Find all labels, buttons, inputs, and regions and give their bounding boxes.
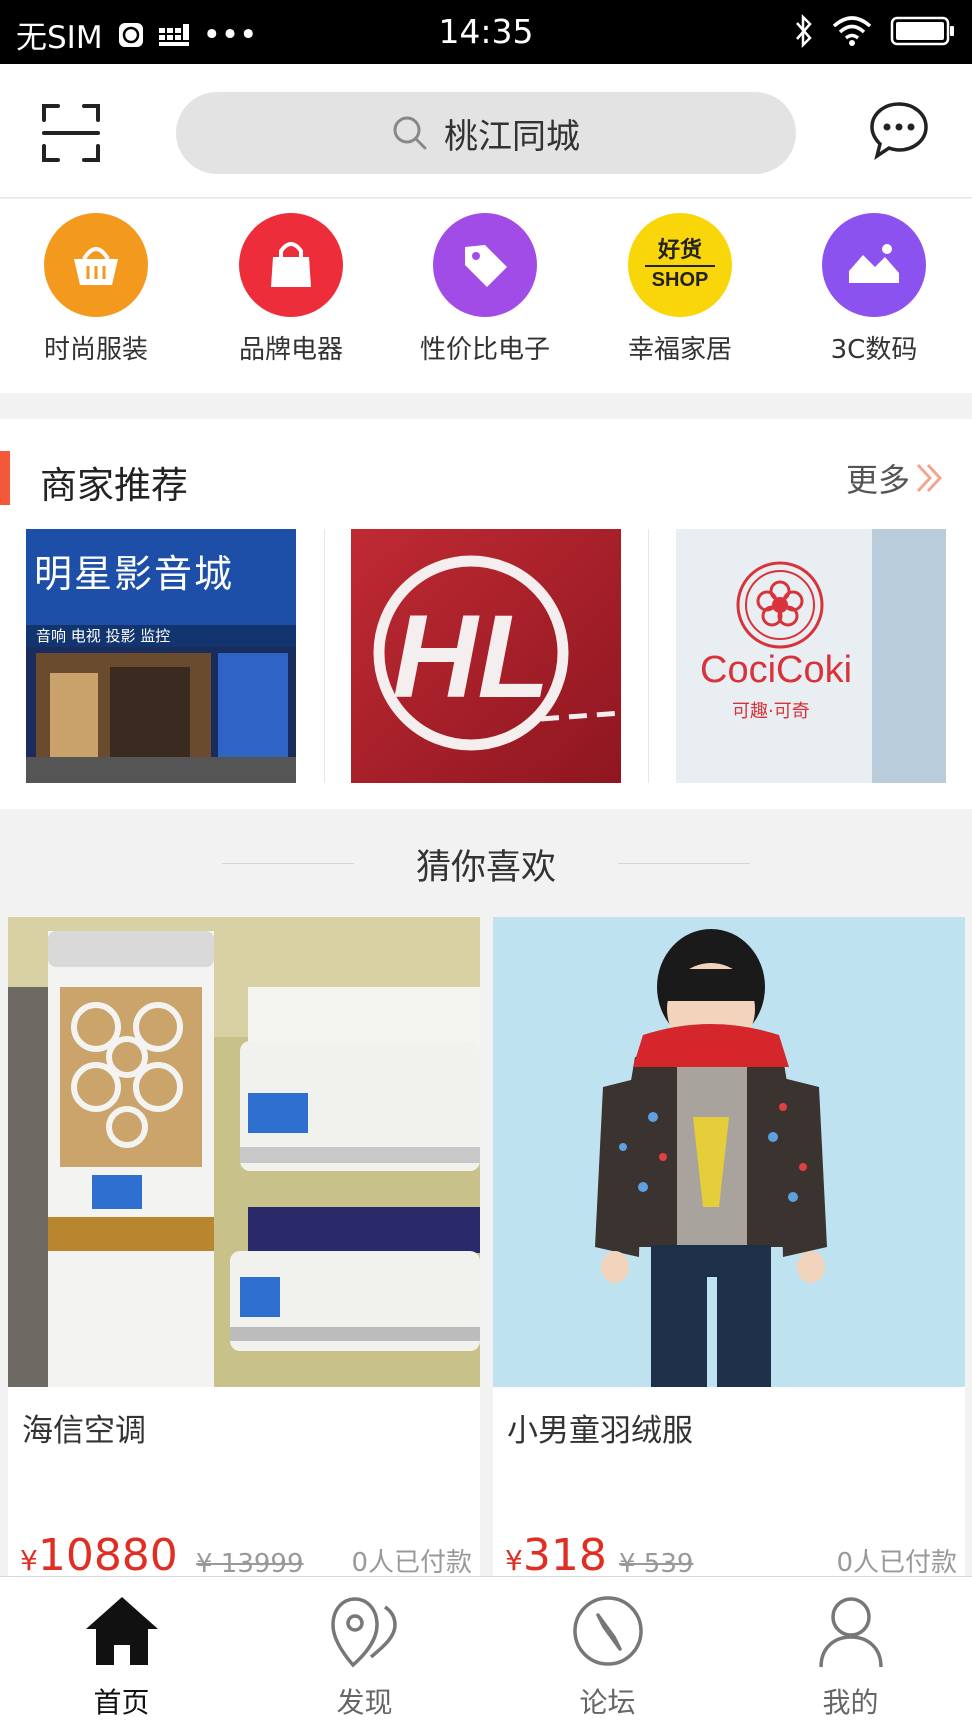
product-card[interactable]: 小男童羽绒服 ¥318 ¥ 539 0人已付款	[493, 917, 965, 1577]
scan-icon[interactable]	[40, 102, 102, 164]
status-bar: 无SIM ••• 14:35	[0, 0, 972, 64]
category-home[interactable]: 好货 SHOP 幸福家居	[600, 213, 760, 366]
landscape-icon	[822, 213, 926, 317]
shop-entrance	[36, 653, 211, 771]
coci-logo-text: CociCoki	[700, 649, 853, 691]
divider	[618, 863, 750, 864]
category-label: 3C数码	[830, 335, 918, 365]
map-pin-icon	[330, 1597, 397, 1668]
merchant-card[interactable]: CociCoki 可趣·可奇	[676, 529, 946, 783]
home-icon	[85, 1597, 158, 1665]
more-link[interactable]: 更多	[846, 455, 944, 501]
merchant-card[interactable]: 明星影音城 音响 电视 投影 监控	[26, 529, 296, 783]
shop-wall	[872, 529, 946, 783]
original-price: ¥ 13999	[196, 1549, 304, 1577]
currency-symbol: ¥	[20, 1544, 38, 1577]
shop-sign: 明星影音城	[26, 529, 296, 625]
section-title: 商家推荐	[40, 464, 188, 507]
paid-count: 0人已付款	[351, 1548, 472, 1577]
product-image	[493, 917, 965, 1387]
shop-ground	[26, 757, 296, 783]
shopping-bag-icon	[239, 213, 343, 317]
category-digital[interactable]: 3C数码	[794, 213, 954, 366]
battery-icon	[890, 16, 954, 46]
message-icon[interactable]	[868, 100, 930, 162]
category-electronics[interactable]: 性价比电子	[405, 213, 565, 366]
compass-icon	[572, 1596, 643, 1666]
price-row: ¥10880 ¥ 13999 0人已付款	[20, 1530, 472, 1577]
badge-bottom-text: SHOP	[651, 269, 709, 291]
status-right	[794, 14, 956, 48]
tab-forum[interactable]: 论坛	[486, 1591, 729, 1721]
category-label: 品牌电器	[238, 335, 343, 365]
double-chevron-right-icon	[916, 463, 943, 493]
tab-label: 发现	[336, 1686, 393, 1719]
currency-symbol: ¥	[505, 1544, 523, 1577]
guess-title: 猜你喜欢	[415, 848, 556, 888]
category-fashion[interactable]: 时尚服装	[16, 213, 176, 366]
original-price: ¥ 539	[619, 1549, 694, 1577]
shop-sub-text: 音响 电视 投影 监控	[36, 627, 171, 645]
tab-home[interactable]: 首页	[0, 1591, 243, 1721]
category-label: 性价比电子	[419, 335, 550, 365]
category-label: 时尚服装	[43, 335, 148, 365]
hl-logo-text: HL	[392, 591, 549, 723]
category-appliances[interactable]: 品牌电器	[211, 213, 371, 366]
section-accent-bar	[0, 451, 10, 505]
product-card[interactable]: 海信空调 ¥10880 ¥ 13999 0人已付款	[8, 917, 480, 1577]
merchant-card[interactable]: HL	[351, 529, 621, 783]
tab-label: 论坛	[579, 1686, 636, 1719]
product-price: ¥10880	[20, 1530, 178, 1577]
merchant-section: 商家推荐 更多 明星影音城 音响 电视 投影 监控 HL CociCoki 可趣…	[0, 419, 972, 809]
shop-poster	[218, 653, 288, 771]
product-name: 海信空调	[22, 1413, 146, 1449]
divider	[648, 529, 649, 783]
category-label: 幸福家居	[627, 335, 732, 365]
coci-logo-sub: 可趣·可奇	[732, 701, 810, 722]
search-icon	[393, 116, 427, 150]
tag-icon	[433, 213, 537, 317]
hl-logo: HL	[351, 529, 621, 783]
product-price: ¥318	[505, 1530, 607, 1577]
shop-badge-icon: 好货 SHOP	[628, 213, 732, 317]
price-value: 318	[522, 1530, 607, 1577]
search-text: 桃江同城	[444, 116, 580, 157]
product-name: 小男童羽绒服	[507, 1413, 693, 1449]
shop-sign-sub: 音响 电视 投影 监控	[26, 625, 296, 647]
basket-icon	[44, 213, 148, 317]
tab-label: 首页	[93, 1686, 150, 1719]
category-row: 时尚服装 品牌电器 性价比电子 好货 SHOP 幸福家居 3C数码	[0, 199, 972, 393]
price-value: 10880	[37, 1530, 178, 1577]
tab-label: 我的	[822, 1686, 879, 1719]
badge-top-text: 好货	[657, 238, 702, 263]
divider	[324, 529, 325, 783]
wifi-icon	[832, 16, 872, 46]
tab-discover[interactable]: 发现	[243, 1591, 486, 1721]
paid-count: 0人已付款	[836, 1548, 957, 1577]
search-bar[interactable]: 桃江同城	[176, 92, 796, 174]
bluetooth-icon	[796, 14, 812, 48]
user-icon	[818, 1597, 883, 1668]
guess-header: 猜你喜欢	[0, 809, 972, 917]
bottom-tab-bar: 首页 发现 论坛 我的	[0, 1576, 972, 1728]
tab-mine[interactable]: 我的	[729, 1591, 972, 1721]
top-header: 桃江同城	[0, 64, 972, 198]
badge-divider	[645, 265, 715, 267]
product-image	[8, 917, 480, 1387]
price-row: ¥318 ¥ 539 0人已付款	[505, 1530, 957, 1577]
more-label: 更多	[845, 461, 910, 499]
shop-sign-text: 明星影音城	[34, 552, 235, 596]
flower-logo-icon	[736, 561, 824, 649]
